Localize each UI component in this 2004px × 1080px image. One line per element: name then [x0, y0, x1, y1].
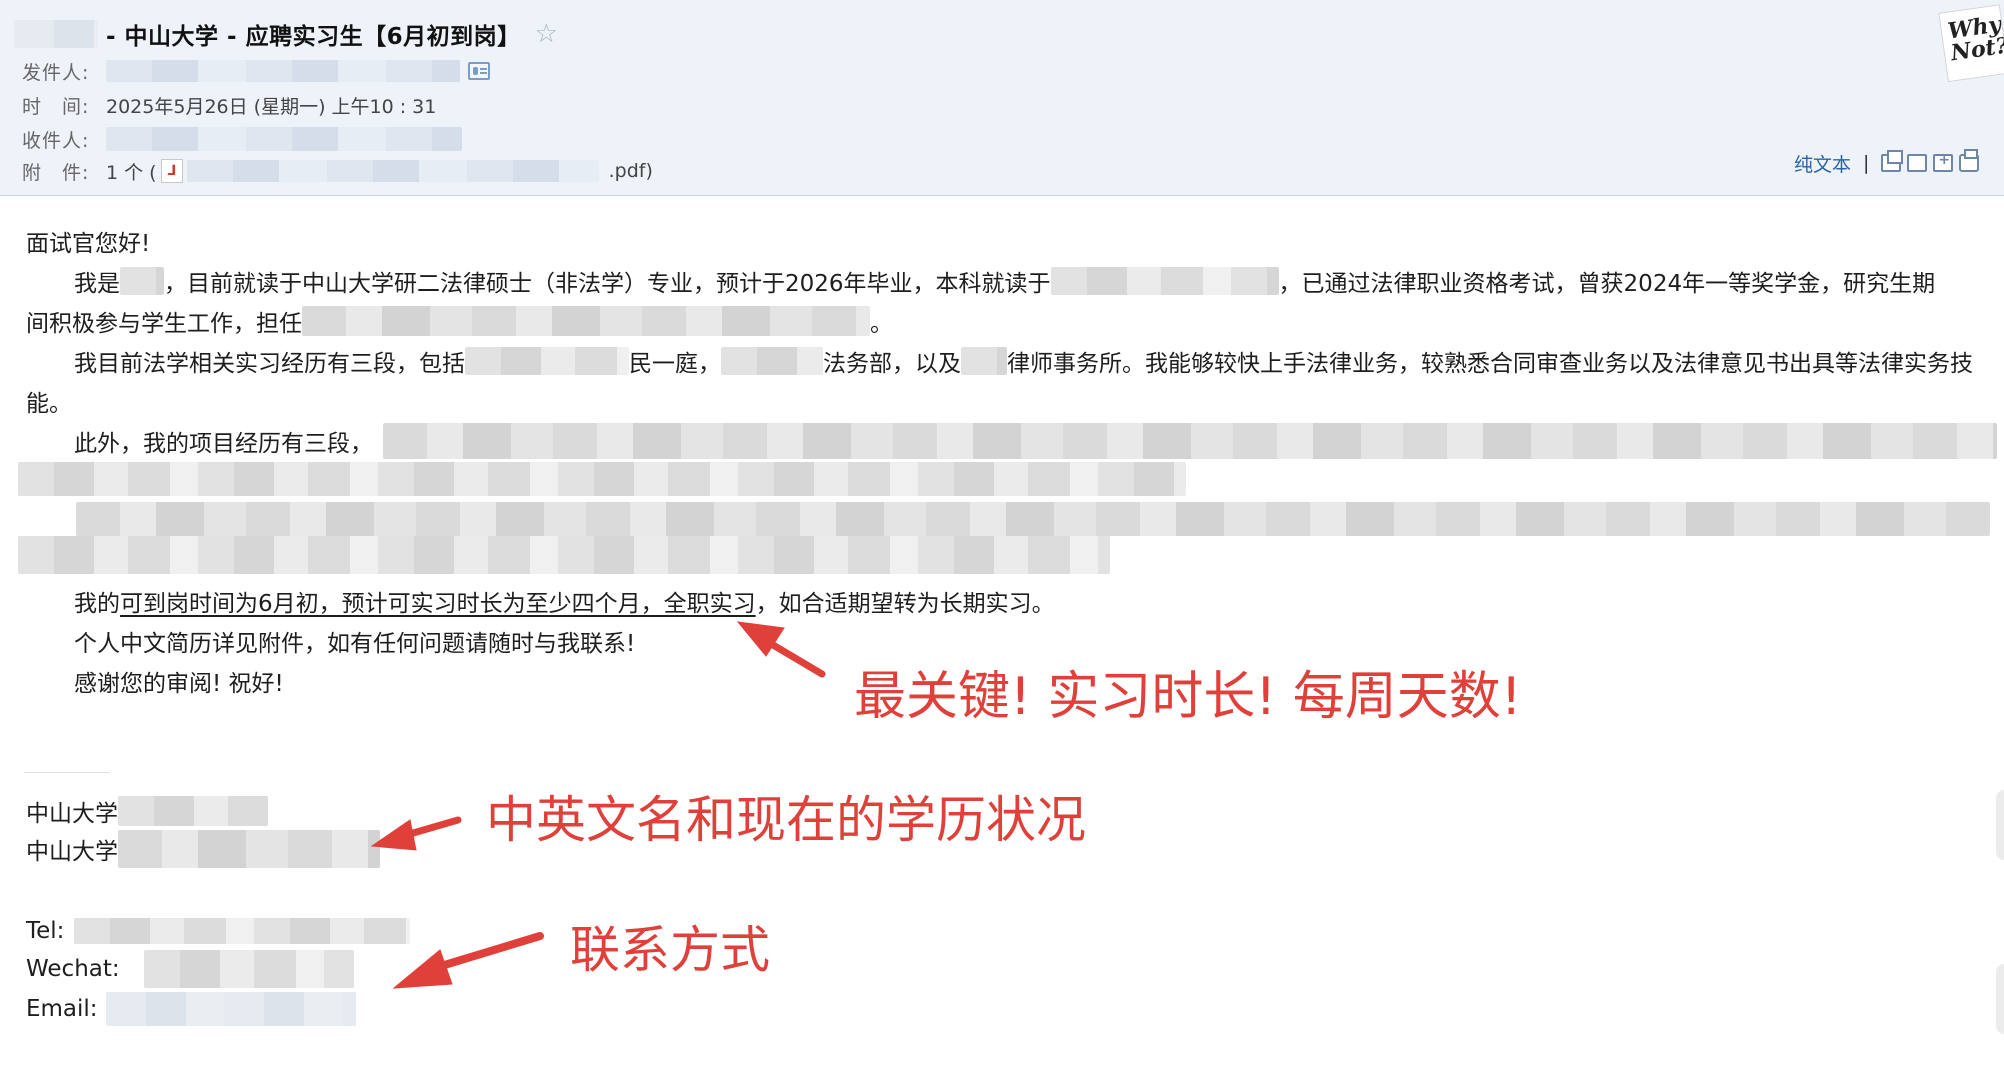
email-label: Email: [26, 996, 98, 1022]
time-label: 时 间: [22, 95, 90, 118]
signature-divider [24, 772, 110, 773]
signature-line-2: 中山大学 [26, 830, 380, 868]
time-row: 时 间: 2025年5月26日 (星期一) 上午10 : 31 [22, 90, 436, 120]
redacted-phone [74, 918, 411, 944]
redacted-project-3 [76, 502, 1990, 536]
paragraph-6: 感谢您的审阅! 祝好! [74, 664, 284, 698]
annotation-internship-duration: 最关键! 实习时长! 每周天数! [854, 667, 1522, 727]
redacted-sender-name [14, 20, 98, 48]
arrow-1 [736, 621, 826, 678]
wechat-label: Wechat: [26, 956, 120, 982]
p2-text-d: 律师事务所。我能够较快上手法律业务，较熟悉合同审查业务以及法律意见书出具等法律实… [1007, 351, 1973, 377]
p3-text-a: 此外，我的项目经历有三段， [74, 431, 373, 457]
email-toolbar: 纯文本 | [1794, 148, 1980, 178]
plain-text-link[interactable]: 纯文本 [1794, 150, 1851, 177]
scroll-edge-2[interactable] [1996, 964, 2004, 1034]
time-value: 2025年5月26日 (星期一) 上午10 : 31 [106, 95, 437, 118]
redacted-project-1 [383, 423, 1997, 459]
p1-text-d: 间积极参与学生工作，担任 [26, 311, 302, 337]
add-icon[interactable] [1933, 152, 1954, 172]
expand-icon[interactable] [1907, 154, 1928, 172]
signature-line-1: 中山大学 [26, 794, 268, 828]
sig-line1-text: 中山大学 [26, 801, 118, 827]
p4-text-b: ，如合适期望转为长期实习。 [755, 591, 1055, 617]
p1-text-c: ，已通过法律职业资格考试，曾获2024年一等奖学金，研究生期 [1278, 271, 1936, 297]
sig-line2-text: 中山大学 [26, 839, 118, 865]
arrow-3 [392, 932, 544, 989]
arrow-2-shaft [392, 816, 462, 842]
redacted-degree [118, 830, 380, 868]
arrow-2 [370, 816, 462, 851]
redacted-project-4 [18, 536, 1110, 574]
tel-label: Tel: [26, 918, 65, 944]
redacted-court [465, 347, 629, 375]
p4-text-a: 我的 [74, 591, 120, 617]
p1-text-b: ，目前就读于中山大学研二法律硕士（非法学）专业，预计于2026年毕业，本科就读于 [164, 271, 1051, 297]
arrow-3-head [392, 949, 453, 989]
annotation-contact: 联系方式 [570, 921, 770, 979]
redacted-recipient [106, 127, 462, 151]
arrow-3-shaft [424, 932, 544, 974]
arrow-1-head [736, 621, 785, 657]
p2-text-a: 我目前法学相关实习经历有三段，包括 [74, 351, 465, 377]
greeting-text: 面试官您好! [26, 231, 151, 257]
paragraph-5: 个人中文简历详见附件，如有任何问题请随时与我联系! [74, 624, 635, 658]
paragraph-1-line-2: 间积极参与学生工作，担任 。 [26, 304, 893, 338]
p2-text-e: 能。 [26, 391, 72, 417]
redacted-undergrad-school [1050, 267, 1279, 295]
recipient-label: 收件人: [22, 129, 90, 152]
redacted-company [721, 347, 823, 375]
attachment-ext[interactable]: .pdf) [609, 160, 653, 182]
scroll-edge-1[interactable] [1996, 790, 2004, 860]
greeting: 面试官您好! [26, 224, 150, 258]
p4-underlined: 可到岗时间为6月初，预计可实习时长为至少四个月，全职实习 [120, 591, 756, 617]
redacted-sender [106, 60, 460, 82]
paragraph-4: 我的 可到岗时间为6月初，预计可实习时长为至少四个月，全职实习 ，如合适期望转为… [74, 584, 1055, 618]
contact-card-icon[interactable] [468, 62, 490, 80]
redacted-name-en [118, 796, 268, 826]
email-subject: - 中山大学 - 应聘实习生【6月初到岗】 [106, 24, 521, 50]
p2-text-b: 民一庭， [629, 351, 721, 377]
signature-wechat: Wechat: [26, 950, 354, 988]
attachment-row: 附 件: 1 个 ( ⅃ .pdf) [22, 156, 653, 186]
redacted-law-firm [961, 347, 1007, 375]
signature-email: Email: [26, 992, 356, 1026]
attachment-label: 附 件: [22, 161, 90, 184]
paragraph-3-line-1: 此外，我的项目经历有三段， [74, 423, 1997, 459]
recipient-row: 收件人: [22, 124, 462, 154]
p5-text: 个人中文简历详见附件，如有任何问题请随时与我联系! [74, 631, 636, 657]
paragraph-2-line-2: 能。 [26, 384, 72, 418]
paragraph-1-line-1: 我是 ，目前就读于中山大学研二法律硕士（非法学）专业，预计于2026年毕业，本科… [74, 264, 1935, 298]
redacted-position [302, 306, 870, 336]
annotation-name-education: 中英文名和现在的学历状况 [486, 791, 1086, 849]
sender-label: 发件人: [22, 61, 90, 84]
attachment-count: 1 个 ( [106, 161, 157, 184]
sender-row: 发件人: [22, 56, 490, 86]
p6-text: 感谢您的审阅! 祝好! [74, 671, 284, 697]
subject-row: - 中山大学 - 应聘实习生【6月初到岗】 ☆ [14, 14, 558, 54]
new-window-icon[interactable] [1881, 150, 1904, 172]
redacted-email [105, 992, 356, 1026]
star-icon[interactable]: ☆ [535, 19, 558, 49]
redacted-attachment-name[interactable] [186, 160, 599, 182]
print-icon[interactable] [1959, 149, 1980, 172]
arrow-1-shaft [754, 632, 826, 678]
email-header: - 中山大学 - 应聘实习生【6月初到岗】 ☆ 发件人: 时 间: 2025年5… [0, 0, 2004, 196]
redacted-project-2 [18, 462, 1186, 496]
toolbar-separator: | [1863, 152, 1870, 174]
redacted-wechat [143, 950, 354, 988]
pdf-icon[interactable]: ⅃ [160, 159, 183, 183]
p1-text-a: 我是 [74, 271, 120, 297]
sender-avatar: Why Not? [1938, 4, 2004, 83]
paragraph-2-line-1: 我目前法学相关实习经历有三段，包括 民一庭， 法务部，以及 律师事务所。我能够较… [74, 344, 1973, 378]
signature-tel: Tel: [26, 914, 411, 948]
p2-text-c: 法务部，以及 [823, 351, 961, 377]
p1-text-e: 。 [870, 311, 893, 337]
redacted-name [120, 267, 164, 295]
